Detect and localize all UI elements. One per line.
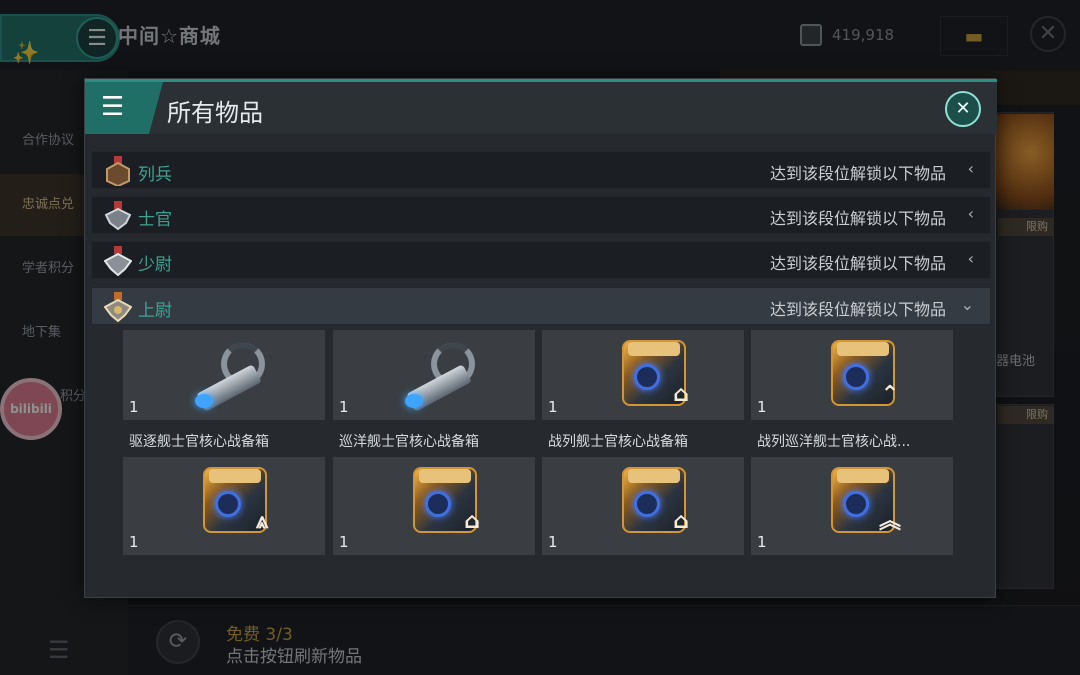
rank-row[interactable]: 少尉 达到该段位解锁以下物品 ‹ <box>91 241 991 279</box>
chevron-left-icon[interactable]: ‹ <box>968 159 974 178</box>
rank-row[interactable]: 士官 达到该段位解锁以下物品 ‹ <box>91 196 991 234</box>
item-quantity: 1 <box>548 398 558 416</box>
rank-medal-icon <box>103 292 133 323</box>
supply-chest-icon: ⌃ <box>821 334 905 416</box>
supply-chest-icon: ⌂ <box>403 461 487 543</box>
item-tile[interactable]: ︽ 1 <box>751 457 953 555</box>
modal-close-button[interactable]: ✕ <box>945 91 981 127</box>
item-quantity: 1 <box>129 398 139 416</box>
item-name: 战列舰士官核心战备箱 <box>548 434 688 450</box>
item-name: 巡洋舰士官核心战备箱 <box>339 434 479 450</box>
item-tile[interactable]: ⌃ 1 <box>751 330 953 420</box>
rank-unlock-hint: 达到该段位解锁以下物品 <box>769 300 946 319</box>
item-tile[interactable]: ⌂ 1 <box>542 330 744 420</box>
rank-unlock-hint: 达到该段位解锁以下物品 <box>769 164 946 183</box>
rank-name: 上尉 <box>138 301 172 321</box>
shop-screen: ✨ ☰ 中间☆商城 419,918 ▬ ✕ 合作协议 忠诚点兑 学者积分 地下集… <box>0 0 1080 675</box>
chevron-down-icon[interactable]: ⌄ <box>961 295 974 314</box>
cannon-core-icon <box>403 334 487 416</box>
modal-header: ☰ 所有物品 ✕ <box>85 82 997 134</box>
item-tile[interactable]: ⩓ 1 <box>123 457 325 555</box>
cannon-core-icon <box>193 334 277 416</box>
item-quantity: 1 <box>548 533 558 551</box>
rank-medal-icon <box>104 156 132 188</box>
all-items-modal: ☰ 所有物品 ✕ 列兵 达到该段位解锁以下物品 ‹ 士官 达到该段位解锁以下物品… <box>84 78 997 598</box>
rank-name: 士官 <box>138 210 172 230</box>
supply-chest-icon: ⌂ <box>612 334 696 416</box>
item-quantity: 1 <box>339 398 349 416</box>
rank-row[interactable]: 列兵 达到该段位解锁以下物品 ‹ <box>91 151 991 189</box>
item-quantity: 1 <box>129 533 139 551</box>
rank-row-expanded[interactable]: 上尉 达到该段位解锁以下物品 ⌄ <box>91 287 991 325</box>
rank-medal-icon <box>104 201 132 231</box>
item-tile[interactable]: ⌂ 1 <box>542 457 744 555</box>
item-quantity: 1 <box>757 533 767 551</box>
list-icon: ☰ <box>85 82 163 134</box>
item-tile[interactable]: ⌂ 1 <box>333 457 535 555</box>
item-tile[interactable]: 1 <box>333 330 535 420</box>
rank-unlock-hint: 达到该段位解锁以下物品 <box>769 209 946 228</box>
chevron-left-icon[interactable]: ‹ <box>968 249 974 268</box>
item-quantity: 1 <box>339 533 349 551</box>
modal-title: 所有物品 <box>167 99 263 127</box>
rank-name: 列兵 <box>138 165 172 185</box>
item-quantity: 1 <box>757 398 767 416</box>
supply-chest-icon: ⌂ <box>612 461 696 543</box>
item-tile[interactable]: 1 <box>123 330 325 420</box>
rank-medal-icon <box>103 246 133 277</box>
item-name: 驱逐舰士官核心战备箱 <box>129 434 269 450</box>
item-name: 战列巡洋舰士官核心战... <box>757 434 911 450</box>
supply-chest-icon: ⩓ <box>193 461 277 543</box>
rank-unlock-hint: 达到该段位解锁以下物品 <box>769 254 946 273</box>
chevron-left-icon[interactable]: ‹ <box>968 204 974 223</box>
supply-chest-icon: ︽ <box>821 461 905 543</box>
rank-name: 少尉 <box>138 255 172 275</box>
